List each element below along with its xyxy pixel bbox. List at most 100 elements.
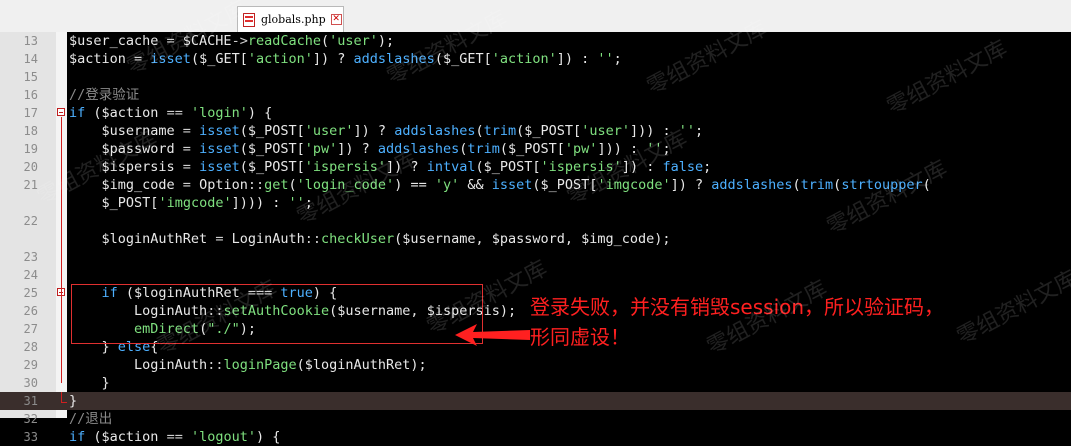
code-line[interactable]: 30 } <box>0 374 1071 392</box>
code-token: ; <box>703 159 712 175</box>
code-line[interactable]: 19 $password = isset($_POST['pw']) ? add… <box>0 140 1071 158</box>
code-token: 'user' <box>581 123 630 139</box>
line-number: 25 <box>23 286 38 300</box>
code-token: ) == <box>394 177 435 193</box>
code-token: ( <box>499 141 508 157</box>
line-number: 15 <box>23 70 38 84</box>
line-number: 30 <box>23 376 38 390</box>
code-token: ]) : <box>621 159 663 175</box>
code-token: get <box>264 177 289 193</box>
code-token: [ <box>296 141 305 157</box>
annotation-line-2: 形同虚设！ <box>530 325 630 349</box>
fold-guide-line <box>61 297 62 365</box>
code-token: ; <box>695 123 704 139</box>
code-line[interactable]: 29 LoginAuth::loginPage($loginAuthRet); <box>0 356 1071 374</box>
code-token: $_POST <box>540 177 590 193</box>
code-token: ; <box>662 141 671 157</box>
code-token: ( <box>922 177 931 193</box>
code-token: $user_cache <box>69 33 159 49</box>
code-line[interactable]: 21 $img_code = Option::get('login_code')… <box>0 176 1071 194</box>
code-text: //退出 <box>69 410 112 428</box>
code-token: ; <box>613 51 622 67</box>
code-line[interactable]: 31} <box>0 392 1071 410</box>
code-line[interactable]: 18 $username = isset($_POST['user']) ? a… <box>0 122 1071 140</box>
code-token: 'pw' <box>564 141 598 157</box>
code-token: ( <box>434 51 443 67</box>
code-token: $username <box>101 123 175 139</box>
php-file-icon <box>243 12 255 27</box>
code-token: isset <box>199 141 240 157</box>
code-token: } <box>69 375 110 391</box>
line-number: 24 <box>23 268 38 282</box>
close-icon[interactable]: ✕ <box>330 14 342 25</box>
code-token: $loginAuthRet <box>304 357 411 373</box>
code-token: ( <box>296 357 305 373</box>
code-token: == <box>158 105 191 121</box>
code-token: 'user' <box>304 123 354 139</box>
code-token: ]) ? <box>670 177 712 193</box>
code-token: trim <box>800 177 834 193</box>
code-text: } <box>69 374 110 392</box>
code-token: = <box>174 141 200 157</box>
code-token: trim <box>483 123 517 139</box>
code-token: = <box>174 177 200 193</box>
code-token: $ispersis <box>101 159 175 175</box>
code-line[interactable]: $loginAuthRet = LoginAuth::checkUser($us… <box>0 230 1071 248</box>
tab-globals-php[interactable]: globals.php ✕ <box>237 6 344 32</box>
code-line[interactable]: 32 //退出 <box>0 410 1071 428</box>
line-number: 32 <box>23 412 38 426</box>
code-token: :: <box>247 177 265 193</box>
code-editor[interactable]: 13 $user_cache = $CACHE->readCache('user'… <box>0 32 1071 445</box>
code-line[interactable]: 24 <box>0 266 1071 284</box>
code-token: ); <box>377 33 395 49</box>
code-token: $_POST <box>101 195 151 211</box>
code-line[interactable]: 14 $action = isset($_GET['action']) ? add… <box>0 50 1071 68</box>
code-token: ); <box>654 231 671 247</box>
tab-label: globals.php <box>261 13 326 26</box>
line-number: 19 <box>23 142 38 156</box>
code-line[interactable]: 13 $user_cache = $CACHE->readCache('user'… <box>0 32 1071 50</box>
code-token: $_POST <box>508 141 557 157</box>
code-line[interactable]: $_POST['imgcode']))) : ''; <box>0 194 1071 212</box>
code-token: readCache <box>247 33 321 49</box>
code-token: ) { <box>247 105 273 121</box>
code-token: 'pw' <box>304 141 338 157</box>
code-token: :: <box>304 231 321 247</box>
code-token: ( <box>321 33 330 49</box>
code-token: '' <box>678 123 696 139</box>
code-token: ); <box>410 357 427 373</box>
fold-toggle-icon[interactable] <box>57 108 65 116</box>
code-token: strtoupper <box>841 177 923 193</box>
code-token: ( <box>532 177 541 193</box>
code-token: $password <box>491 231 565 247</box>
code-token: ( <box>288 177 297 193</box>
code-line[interactable]: 23 <box>0 248 1071 266</box>
code-line[interactable]: 17 if ($action == 'login') { <box>0 104 1071 122</box>
code-token: if <box>69 429 86 445</box>
code-token: $_POST <box>524 123 574 139</box>
code-token: = <box>174 123 200 139</box>
code-line[interactable]: 15 <box>0 68 1071 86</box>
code-line[interactable]: 16 //登录验证 <box>0 86 1071 104</box>
code-line[interactable]: 33 if ($action == 'logout') { <box>0 428 1071 446</box>
line-number: 26 <box>23 304 38 318</box>
code-line[interactable]: 20 $ispersis = isset($_POST['ispersis'])… <box>0 158 1071 176</box>
code-token: $action <box>69 51 126 67</box>
code-token: $_POST <box>247 123 297 139</box>
code-token: ( <box>239 159 248 175</box>
code-token: , <box>564 231 582 247</box>
line-number: 29 <box>23 358 38 372</box>
code-token: '' <box>646 141 663 157</box>
code-token: ]) : <box>556 51 598 67</box>
code-token: $_POST <box>483 159 533 175</box>
code-token: LoginAuth <box>231 231 305 247</box>
code-token: && <box>459 177 492 193</box>
code-text: $ispersis = isset($_POST['ispersis']) ? … <box>69 158 712 176</box>
code-token: $action <box>101 429 159 445</box>
code-line[interactable]: 22 <box>0 212 1071 230</box>
